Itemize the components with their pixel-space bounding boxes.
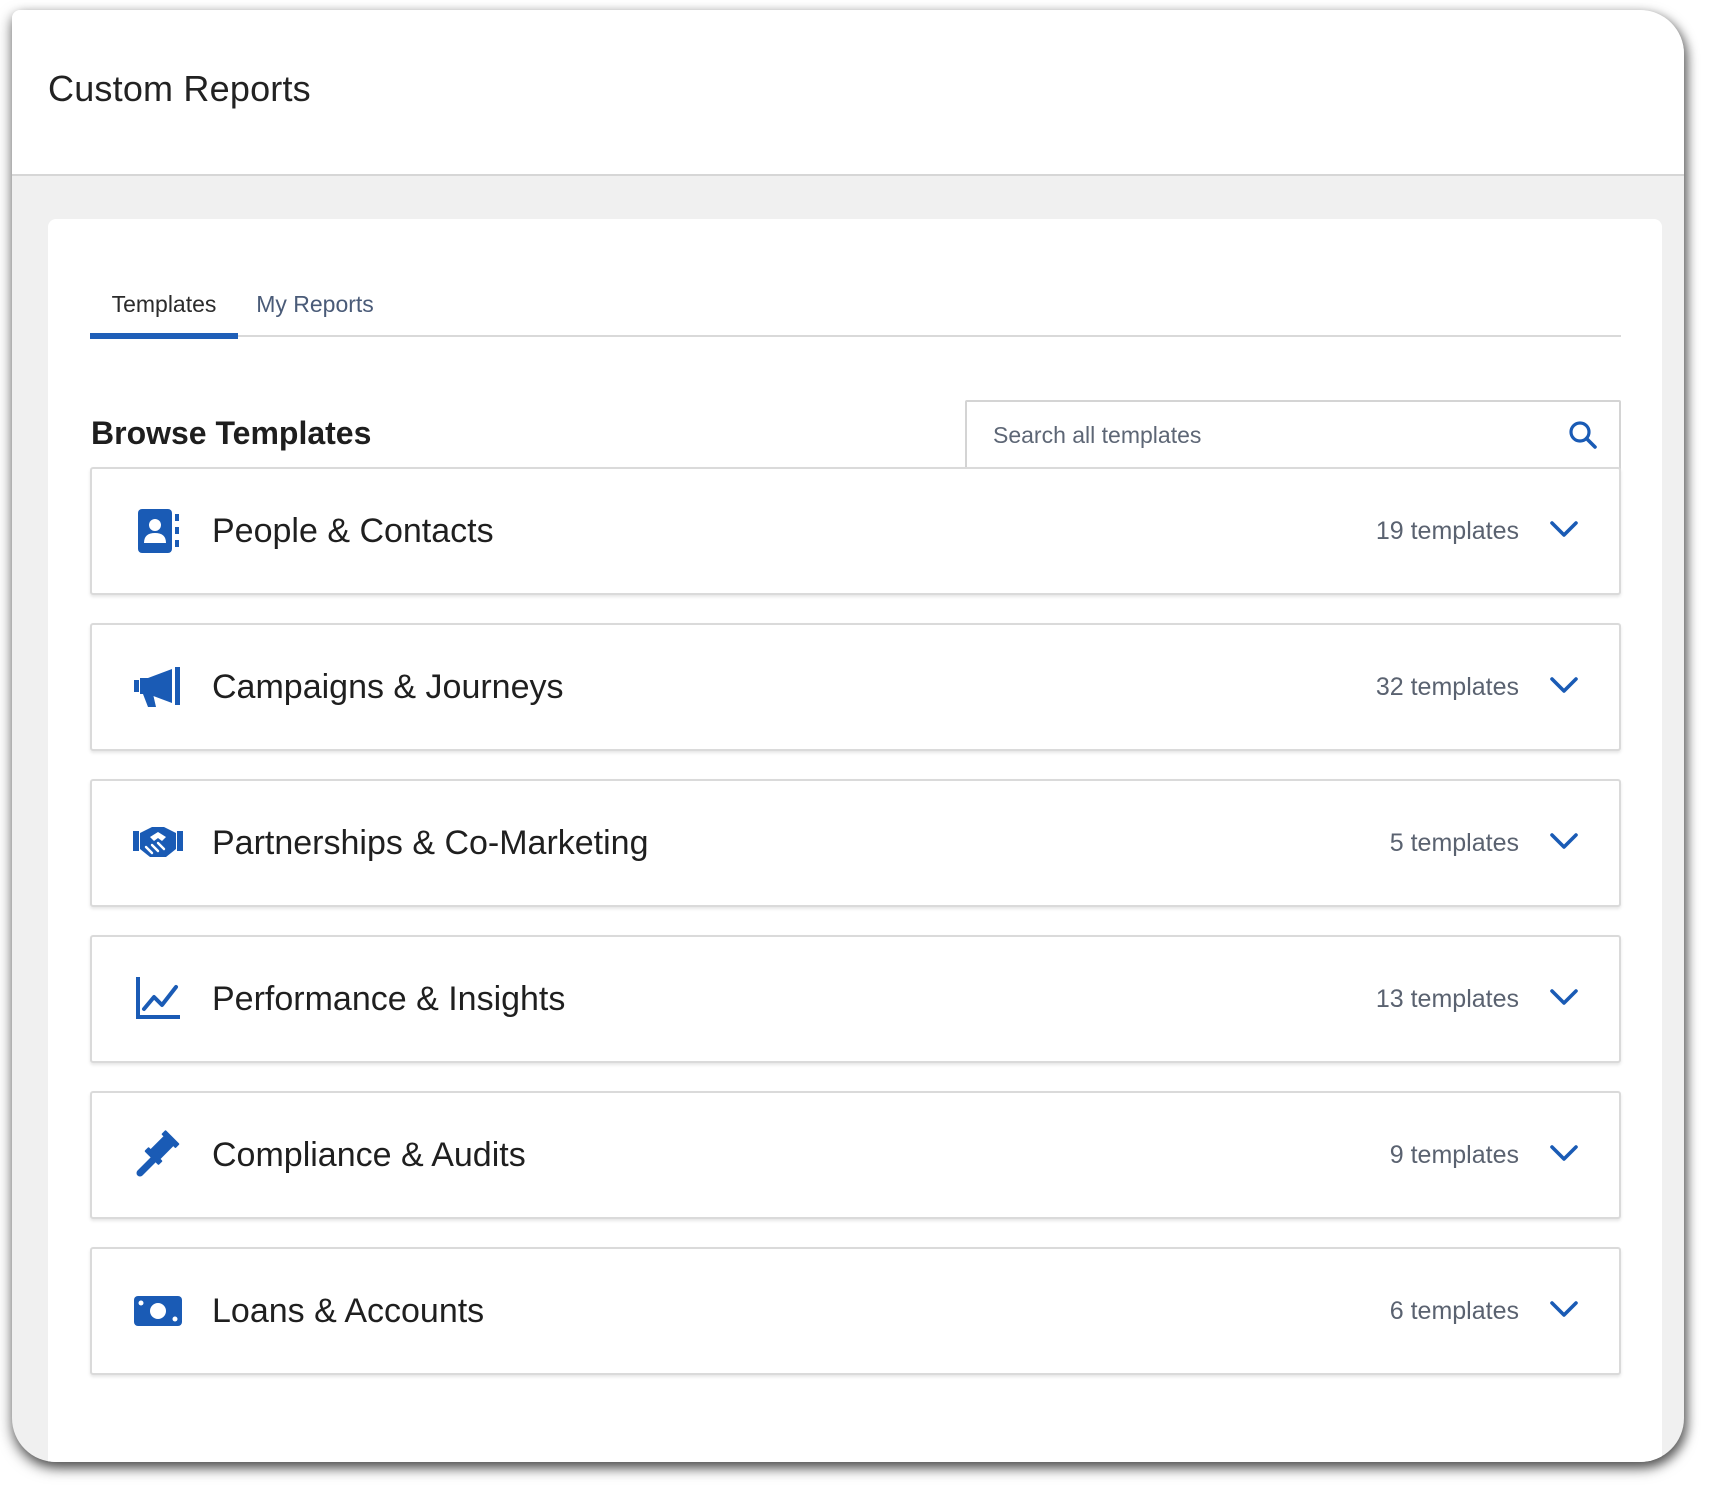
- category-loans-accounts[interactable]: Loans & Accounts 6 templates: [90, 1247, 1621, 1375]
- template-count: 5 templates: [1389, 829, 1519, 857]
- contact-card-icon: [138, 509, 179, 553]
- category-label: Partnerships & Co-Marketing: [212, 824, 649, 862]
- template-count: 9 templates: [1389, 1141, 1519, 1169]
- template-count: 6 templates: [1389, 1297, 1519, 1325]
- tab-my-reports[interactable]: My Reports: [250, 271, 380, 337]
- category-label: People & Contacts: [212, 512, 494, 550]
- app-window: Custom Reports Templates My Reports Brow…: [12, 10, 1684, 1462]
- line-chart-icon: [136, 977, 180, 1019]
- handshake-icon: [133, 827, 183, 857]
- app-header: Custom Reports: [12, 10, 1684, 176]
- tab-bar: Templates My Reports: [90, 271, 1621, 339]
- category-label: Campaigns & Journeys: [212, 668, 564, 706]
- category-campaigns-journeys[interactable]: Campaigns & Journeys 32 templates: [90, 623, 1621, 751]
- chevron-down-icon[interactable]: [1549, 1142, 1579, 1164]
- category-label: Compliance & Audits: [212, 1136, 526, 1174]
- template-count: 13 templates: [1375, 985, 1519, 1013]
- chevron-down-icon[interactable]: [1549, 986, 1579, 1008]
- chevron-down-icon[interactable]: [1549, 1298, 1579, 1320]
- category-performance-insights[interactable]: Performance & Insights 13 templates: [90, 935, 1621, 1063]
- template-count: 32 templates: [1375, 673, 1519, 701]
- tab-templates[interactable]: Templates: [90, 271, 238, 339]
- templates-panel: Templates My Reports Browse Templates Pe…: [48, 219, 1662, 1462]
- search-icon[interactable]: [1567, 419, 1599, 451]
- search-box: [965, 400, 1621, 470]
- chevron-down-icon[interactable]: [1549, 518, 1579, 540]
- category-label: Loans & Accounts: [212, 1292, 485, 1330]
- search-input[interactable]: [991, 402, 1551, 468]
- chevron-down-icon[interactable]: [1549, 674, 1579, 696]
- category-people-contacts[interactable]: People & Contacts 19 templates: [90, 467, 1621, 595]
- page-title: Custom Reports: [48, 68, 311, 109]
- money-bill-icon: [134, 1296, 182, 1326]
- section-title: Browse Templates: [91, 415, 372, 451]
- template-count: 19 templates: [1375, 517, 1519, 545]
- chevron-down-icon[interactable]: [1549, 830, 1579, 852]
- category-label: Performance & Insights: [212, 980, 566, 1018]
- category-partnerships-co-marketing[interactable]: Partnerships & Co-Marketing 5 templates: [90, 779, 1621, 907]
- gavel-icon: [136, 1130, 180, 1177]
- category-compliance-audits[interactable]: Compliance & Audits 9 templates: [90, 1091, 1621, 1219]
- megaphone-icon: [134, 667, 180, 707]
